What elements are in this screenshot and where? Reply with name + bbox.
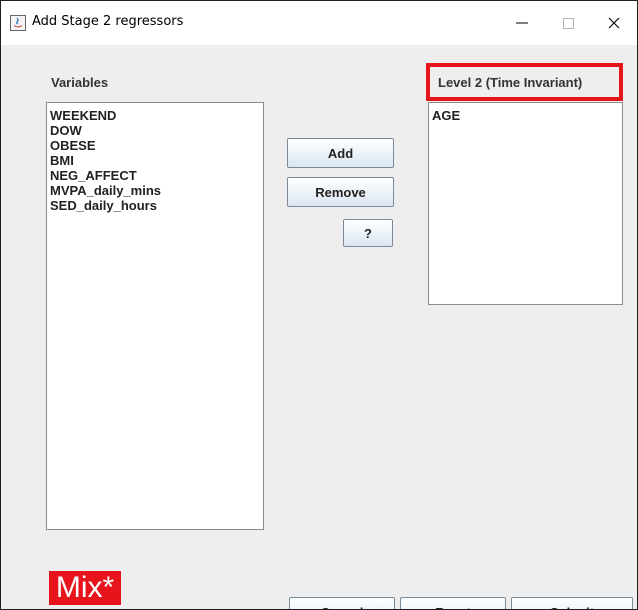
- mix-logo: Mix*: [49, 571, 121, 605]
- close-button[interactable]: [591, 1, 637, 45]
- maximize-button[interactable]: [545, 1, 591, 45]
- variables-label: Variables: [51, 75, 109, 90]
- reset-button[interactable]: Reset: [400, 597, 506, 609]
- variables-list-items: WEEKEND DOW OBESE BMI NEG_AFFECT MVPA_daily_m…: [47, 103, 263, 213]
- list-item[interactable]: AGE: [429, 108, 622, 123]
- list-item[interactable]: OBESE: [47, 138, 263, 153]
- minimize-button[interactable]: [499, 1, 545, 45]
- close-icon: [608, 17, 620, 29]
- minimize-icon: [516, 22, 528, 24]
- list-item[interactable]: NEG_AFFECT: [47, 168, 263, 183]
- list-item[interactable]: DOW: [47, 123, 263, 138]
- window-title: Add Stage 2 regressors: [32, 14, 184, 29]
- java-app-icon: [10, 15, 26, 31]
- remove-button[interactable]: Remove: [287, 177, 394, 207]
- list-item[interactable]: BMI: [47, 153, 263, 168]
- add-button[interactable]: Add: [287, 138, 394, 168]
- maximize-icon: [562, 17, 574, 29]
- level2-list-items: AGE: [429, 103, 622, 123]
- list-item[interactable]: SED_daily_hours: [47, 198, 263, 213]
- variables-list[interactable]: WEEKEND DOW OBESE BMI NEG_AFFECT MVPA_daily_m…: [46, 102, 264, 530]
- cancel-button[interactable]: Cancel: [289, 597, 395, 609]
- add-stage2-regressors-dialog: Add Stage 2 regressors Variables WEEKEND…: [0, 0, 638, 610]
- list-item[interactable]: WEEKEND: [47, 108, 263, 123]
- list-item[interactable]: MVPA_daily_mins: [47, 183, 263, 198]
- help-button[interactable]: ?: [343, 219, 393, 247]
- level2-label: Level 2 (Time Invariant): [438, 75, 583, 90]
- mix-logo-text: Mix*: [55, 571, 115, 604]
- submit-button[interactable]: Submit: [511, 597, 633, 609]
- level2-list[interactable]: AGE: [428, 102, 623, 305]
- title-bar: Add Stage 2 regressors: [1, 1, 637, 45]
